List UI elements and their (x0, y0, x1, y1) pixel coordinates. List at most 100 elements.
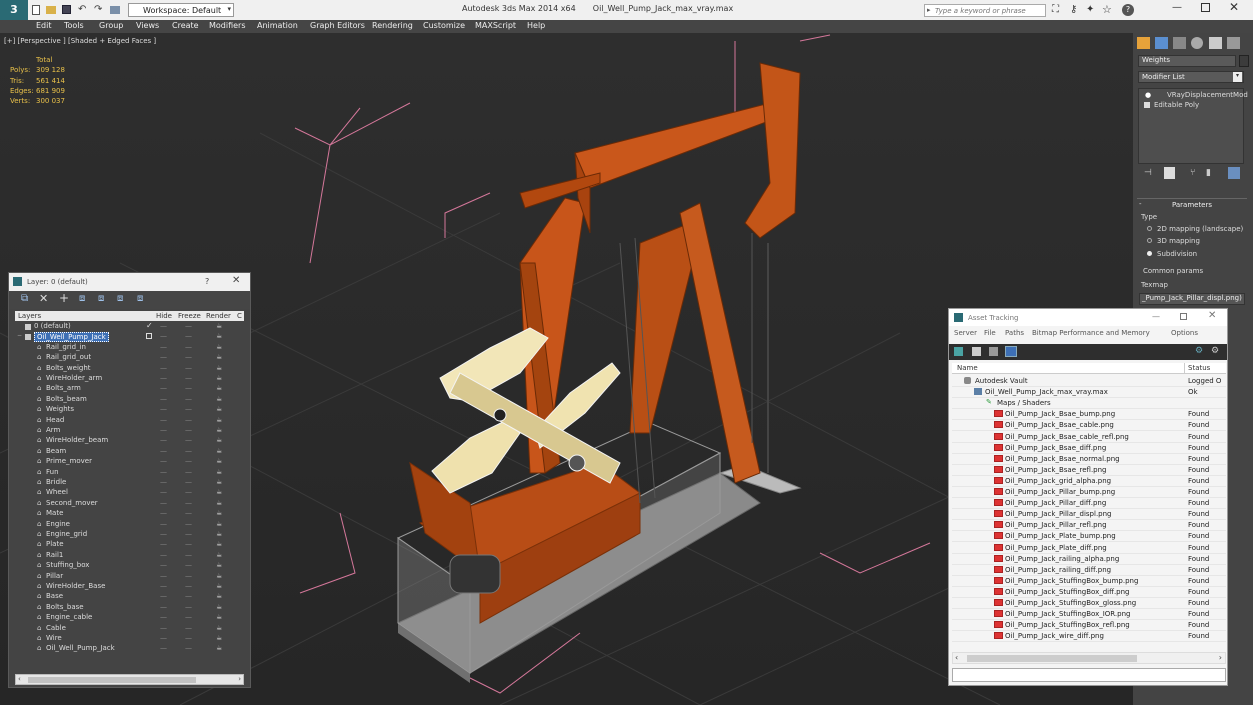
layer-row[interactable]: ⌂ Fun — — ☕ (15, 468, 244, 478)
detail-view-icon[interactable] (989, 347, 998, 356)
asset-row[interactable]: Oil_Pump_Jack_Pillar_bump.png Found (952, 487, 1226, 499)
render-teapot-icon[interactable]: ☕ (216, 530, 222, 538)
asset-row[interactable]: Oil_Pump_Jack_Bsae_normal.png Found (952, 454, 1226, 465)
utilities-tab-icon[interactable] (1227, 37, 1240, 49)
type-option[interactable]: 3D mapping (1147, 237, 1200, 245)
layer-row[interactable]: ⌂ Rail_grid_in — — ☕ (15, 343, 244, 353)
redo-icon[interactable]: ↷ (94, 4, 102, 15)
freeze-toggle[interactable]: — (185, 436, 192, 444)
layer-row[interactable]: − Oil_Well_Pump_Jack — — ☕ (15, 332, 244, 343)
render-teapot-icon[interactable]: ☕ (216, 634, 222, 642)
freeze-toggle[interactable]: — (185, 634, 192, 642)
layer-row[interactable]: ⌂ Wheel — — ☕ (15, 488, 244, 498)
scroll-thumb[interactable] (28, 677, 196, 683)
asset-row[interactable]: Oil_Pump_Jack_Bsae_cable.png Found (952, 420, 1226, 432)
select-objects-icon[interactable]: ⧈ (79, 293, 85, 304)
layer-row[interactable]: ⌂ Wire — — ☕ (15, 634, 244, 644)
hide-toggle[interactable]: — (160, 520, 167, 528)
maximize-button[interactable] (1201, 3, 1210, 12)
layer-row[interactable]: ⌂ Arm — — ☕ (15, 426, 244, 436)
texmap-button[interactable]: _Pump_Jack_Pillar_displ.png) (1139, 293, 1245, 305)
layer-row[interactable]: ⌂ Bridle — — ☕ (15, 478, 244, 488)
asset-list[interactable]: Autodesk Vault Logged O Oil_Well_Pump_Jack… (952, 376, 1226, 646)
layer-name[interactable]: Beam (46, 447, 66, 455)
layer-row[interactable]: ⌂ Engine_cable — — ☕ (15, 613, 244, 623)
light-bulb-icon[interactable]: ● (1145, 91, 1151, 99)
layer-name[interactable]: Bolts_beam (46, 395, 87, 403)
scroll-right-icon[interactable]: › (1219, 653, 1222, 662)
stack-item[interactable]: ● VRayDisplacementMod (1139, 91, 1248, 101)
layer-window-titlebar[interactable]: Layer: 0 (default) ? ✕ (9, 273, 250, 291)
layer-name[interactable]: WireHolder_Base (46, 582, 105, 590)
asset-row[interactable]: Oil_Well_Pump_Jack_max_vray.max Ok (952, 387, 1226, 399)
menu-create[interactable]: Create (172, 21, 199, 30)
asset-row[interactable]: Oil_Pump_Jack_Bsae_cable_refl.png Found (952, 432, 1226, 443)
remove-modifier-icon[interactable]: ▮ (1206, 168, 1211, 178)
column-header[interactable]: Hide (156, 312, 172, 320)
expand-icon[interactable]: − (17, 332, 22, 339)
render-teapot-icon[interactable]: ☕ (216, 499, 222, 507)
asset-name[interactable]: Oil_Pump_Jack_Plate_bump.png (1005, 532, 1116, 540)
asset-path-field[interactable] (952, 668, 1226, 682)
asset-row[interactable]: Oil_Pump_Jack_Pillar_displ.png Found (952, 509, 1226, 521)
menu-group[interactable]: Group (99, 21, 123, 30)
asset-row[interactable]: Oil_Pump_Jack_railing_diff.png Found (952, 565, 1226, 576)
column-header[interactable]: Layers (18, 312, 41, 320)
asset-menu-file[interactable]: File (984, 329, 996, 337)
layer-row[interactable]: ⌂ Stuffing_box — — ☕ (15, 561, 244, 571)
render-teapot-icon[interactable]: ☕ (216, 613, 222, 621)
render-teapot-icon[interactable]: ☕ (216, 364, 222, 372)
render-teapot-icon[interactable]: ☕ (216, 603, 222, 611)
motion-tab-icon[interactable] (1191, 37, 1203, 49)
layer-list[interactable]: 0 (default) ✓ — — ☕ − Oil_Well_Pump_Jack — — ☕ ⌂ Ra… (15, 322, 244, 656)
asset-menu-options[interactable]: Options (1171, 329, 1198, 337)
hide-toggle[interactable]: — (160, 488, 167, 496)
freeze-toggle[interactable]: — (185, 561, 192, 569)
asset-row[interactable]: Oil_Pump_Jack_railing_alpha.png Found (952, 554, 1226, 565)
hide-toggle[interactable]: — (160, 468, 167, 476)
render-teapot-icon[interactable]: ☕ (216, 343, 222, 351)
freeze-toggle[interactable]: — (185, 582, 192, 590)
hide-toggle[interactable]: — (160, 374, 167, 382)
project-folder-icon[interactable] (110, 6, 120, 14)
new-file-icon[interactable] (32, 5, 40, 15)
freeze-toggle[interactable]: — (185, 530, 192, 538)
freeze-all-icon[interactable]: ⧈ (137, 293, 143, 304)
current-layer-check-icon[interactable]: ✓ (146, 322, 153, 330)
asset-row[interactable]: Oil_Pump_Jack_Plate_bump.png Found (952, 531, 1226, 543)
maximize-icon[interactable] (1180, 313, 1187, 320)
hide-toggle[interactable]: — (160, 457, 167, 465)
render-teapot-icon[interactable]: ☕ (216, 457, 222, 465)
modifier-stack[interactable]: ● VRayDisplacementMod Editable Poly (1138, 88, 1248, 164)
layer-name[interactable]: 0 (default) (34, 322, 71, 330)
hide-toggle[interactable]: — (160, 572, 167, 580)
hide-toggle[interactable]: — (160, 499, 167, 507)
freeze-toggle[interactable]: — (185, 322, 192, 330)
layer-row[interactable]: ⌂ Cable — — ☕ (15, 624, 244, 634)
asset-row[interactable]: Oil_Pump_Jack_grid_alpha.png Found (952, 476, 1226, 487)
minimize-button[interactable]: — (1172, 2, 1182, 13)
modify-tab-icon[interactable] (1155, 37, 1168, 49)
hide-toggle[interactable]: — (160, 332, 167, 340)
column-header[interactable]: Render (206, 312, 231, 320)
radio-icon[interactable] (1147, 226, 1152, 231)
freeze-toggle[interactable]: — (185, 572, 192, 580)
favorite-star-icon[interactable]: ☆ (1102, 3, 1112, 16)
layer-name[interactable]: Engine (46, 520, 70, 528)
freeze-toggle[interactable]: — (185, 540, 192, 548)
asset-row[interactable]: Oil_Pump_Jack_StuffingBox_IOR.png Found (952, 609, 1226, 621)
freeze-toggle[interactable]: — (185, 374, 192, 382)
hide-toggle[interactable]: — (160, 447, 167, 455)
hide-toggle[interactable]: — (160, 353, 167, 361)
render-teapot-icon[interactable]: ☕ (216, 592, 222, 600)
render-teapot-icon[interactable]: ☕ (216, 572, 222, 580)
layer-row[interactable]: ⌂ Engine_grid — — ☕ (15, 530, 244, 540)
asset-name[interactable]: Oil_Pump_Jack_Pillar_diff.png (1005, 499, 1106, 507)
layer-name[interactable]: Bridle (46, 478, 66, 486)
layer-row[interactable]: ⌂ Bolts_weight — — ☕ (15, 364, 244, 374)
layer-row[interactable]: ⌂ Oil_Well_Pump_Jack — — ☕ (15, 644, 244, 654)
hide-toggle[interactable]: — (160, 322, 167, 330)
asset-name[interactable]: Oil_Pump_Jack_Bsae_cable.png (1005, 421, 1114, 429)
hierarchy-tab-icon[interactable] (1173, 37, 1186, 49)
layer-name[interactable]: Bolts_arm (46, 384, 81, 392)
